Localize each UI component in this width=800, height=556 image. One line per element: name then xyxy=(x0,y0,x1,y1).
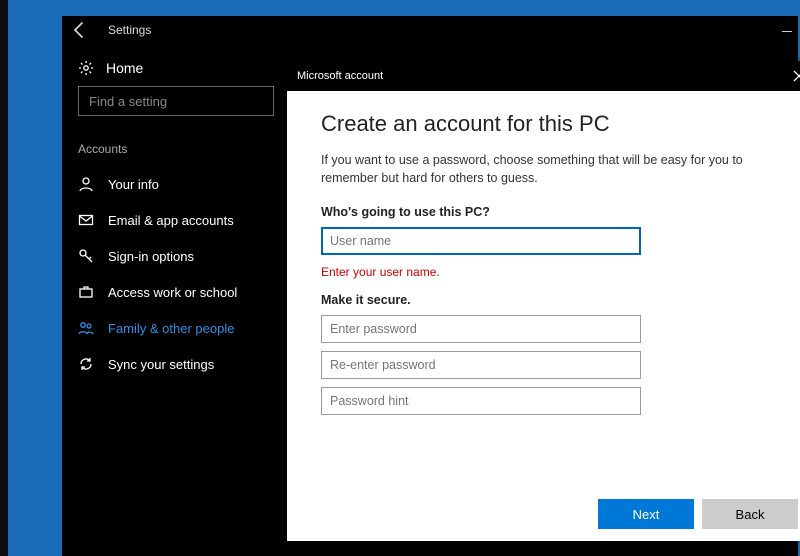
search-input[interactable]: Find a setting xyxy=(78,86,274,116)
briefcase-icon xyxy=(78,284,94,300)
settings-window: Settings Home Find a setting Accounts Yo… xyxy=(62,16,798,556)
username-label: Who's going to use this PC? xyxy=(321,205,782,219)
person-icon xyxy=(78,176,94,192)
dialog-intro: If you want to use a password, choose so… xyxy=(321,151,782,187)
nav-label: Email & app accounts xyxy=(108,213,234,228)
username-input[interactable] xyxy=(321,227,641,255)
reenter-password-input[interactable] xyxy=(321,351,641,379)
dialog-title: Microsoft account xyxy=(297,70,383,82)
nav-label: Sync your settings xyxy=(108,357,214,372)
password-input[interactable] xyxy=(321,315,641,343)
close-icon[interactable] xyxy=(792,69,800,83)
people-icon xyxy=(78,320,94,336)
sync-icon xyxy=(78,356,94,372)
search-placeholder: Find a setting xyxy=(89,94,167,109)
nav-label: Access work or school xyxy=(108,285,237,300)
password-hint-input[interactable] xyxy=(321,387,641,415)
back-icon[interactable] xyxy=(70,20,90,40)
settings-title: Settings xyxy=(108,23,151,37)
dialog-heading: Create an account for this PC xyxy=(321,111,782,137)
next-button[interactable]: Next xyxy=(598,499,694,529)
home-label: Home xyxy=(106,60,143,76)
secure-label: Make it secure. xyxy=(321,293,782,307)
ms-account-dialog: Microsoft account Create an account for … xyxy=(287,61,800,541)
gear-icon xyxy=(78,60,94,76)
settings-titlebar: Settings xyxy=(62,16,798,44)
username-error: Enter your user name. xyxy=(321,265,782,279)
dialog-titlebar: Microsoft account xyxy=(287,61,800,91)
nav-label: Sign-in options xyxy=(108,249,194,264)
dialog-body: Create an account for this PC If you wan… xyxy=(287,91,800,487)
nav-label: Your info xyxy=(108,177,159,192)
mail-icon xyxy=(78,212,94,228)
back-button[interactable]: Back xyxy=(702,499,798,529)
key-icon xyxy=(78,248,94,264)
nav-label: Family & other people xyxy=(108,321,234,336)
dialog-footer: Next Back xyxy=(287,487,800,541)
minimize-icon[interactable] xyxy=(782,20,794,32)
